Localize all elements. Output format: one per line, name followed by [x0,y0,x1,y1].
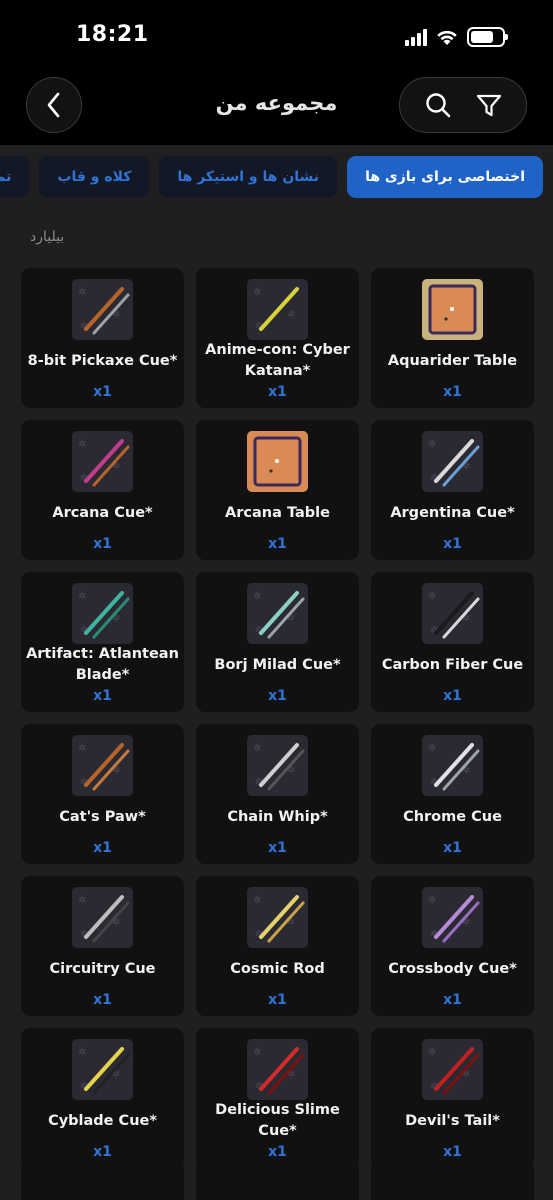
item-quantity: x1 [268,536,287,552]
aquarider-table-icon: ✲✲✲ [422,279,483,340]
item-quantity: x1 [443,840,462,856]
item-name: Chrome Cue [403,808,502,825]
search-button[interactable] [422,89,454,121]
item-card[interactable]: ✲ ✲ ✲ Artifact: Atlantean Blade* x1 [21,572,184,712]
katana-cue-icon: ✲ ✲ ✲ [247,279,308,340]
argentina-cue-icon: ✲ ✲ ✲ [422,431,483,492]
atlantean-blade-icon: ✲ ✲ ✲ [72,583,133,644]
wifi-icon [437,30,457,45]
item-name: Cat's Paw* [59,808,146,825]
item-quantity: x1 [93,840,112,856]
item-name: Argentina Cue* [390,504,515,521]
borj-milad-cue-icon: ✲ ✲ ✲ [247,583,308,644]
circuitry-cue-icon: ✲ ✲ ✲ [72,887,133,948]
item-quantity: x1 [443,688,462,704]
item-name: Arcana Table [225,504,330,521]
item-card[interactable]: ✲ ✲ ✲ Anime-con: Cyber Katana* x1 [196,268,359,408]
item-card[interactable]: ✲ ✲ ✲ Cosmic Rod x1 [196,876,359,1016]
top-bar: مجموعه من [0,75,553,145]
item-name: Cosmic Rod [230,960,325,977]
item-name: Delicious Slime Cue* [215,1102,340,1139]
item-quantity: x1 [268,840,287,856]
item-name: Crossbody Cue* [388,960,517,977]
item-name: Devil's Tail* [405,1112,500,1129]
next-row-partial [21,1159,534,1200]
item-card[interactable]: ✲ ✲ ✲ Arcana Cue* x1 [21,420,184,560]
item-card[interactable]: ✲ ✲ ✲ Argentina Cue* x1 [371,420,534,560]
item-name: Circuitry Cue [49,960,156,977]
item-card[interactable]: ✲ ✲ ✲ Carbon Fiber Cue x1 [371,572,534,712]
item-quantity: x1 [443,384,462,400]
item-card[interactable]: ✲ ✲ ✲ Borj Milad Cue* x1 [196,572,359,712]
header-actions [399,77,527,133]
item-quantity: x1 [93,688,112,704]
item-card[interactable]: ✲ ✲ ✲ Circuitry Cue x1 [21,876,184,1016]
item-name: Carbon Fiber Cue [381,656,524,673]
item-quantity: x1 [268,992,287,1008]
item-quantity: x1 [443,1144,462,1160]
tab-chat-theme[interactable]: تم چت [0,156,30,198]
filter-icon [476,94,501,117]
item-card[interactable]: ✲ ✲ ✲ Chain Whip* x1 [196,724,359,864]
item-quantity: x1 [93,992,112,1008]
tab-badges-stickers[interactable]: نشان ها و استیکر ها [159,156,338,198]
pickaxe-cue-icon: ✲ ✲ ✲ [72,279,133,340]
item-name: Artifact: Atlantean Blade* [26,646,179,683]
item-quantity: x1 [268,384,287,400]
tab-games-exclusive[interactable]: اختصاصی برای بازی ها [347,156,543,198]
status-time: 18:21 [76,22,149,47]
item-quantity: x1 [93,536,112,552]
item-card[interactable]: ✲✲✲ Arcana Table x1 [196,420,359,560]
item-name: Borj Milad Cue* [214,656,341,673]
item-name: Chain Whip* [227,808,328,825]
cellular-signal-icon [405,28,427,46]
carbon-fiber-cue-icon: ✲ ✲ ✲ [422,583,483,644]
section-label: بیلیارد [30,229,65,245]
status-bar: 18:21 [0,0,553,75]
item-name: 8-bit Pickaxe Cue* [27,352,178,369]
devils-tail-cue-icon: ✲ ✲ ✲ [422,1039,483,1100]
battery-icon [467,27,508,47]
item-card[interactable]: ✲✲✲ Aquarider Table x1 [371,268,534,408]
item-quantity: x1 [268,688,287,704]
item-card[interactable]: ✲ ✲ ✲ 8-bit Pickaxe Cue* x1 [21,268,184,408]
item-card[interactable] [371,1159,534,1200]
cosmic-rod-icon: ✲ ✲ ✲ [247,887,308,948]
arcana-cue-icon: ✲ ✲ ✲ [72,431,133,492]
status-icons [405,27,508,47]
arcana-table-icon: ✲✲✲ [247,431,308,492]
filter-button[interactable] [473,89,505,121]
item-card[interactable]: ✲ ✲ ✲ Crossbody Cue* x1 [371,876,534,1016]
item-card[interactable]: ✲ ✲ ✲ Cyblade Cue* x1 [21,1028,184,1168]
item-grid: ✲ ✲ ✲ 8-bit Pickaxe Cue* x1 ✲ ✲ ✲ Anime-con: Cyb… [21,268,534,1168]
search-icon [425,93,450,118]
item-name: Cyblade Cue* [48,1112,157,1129]
item-quantity: x1 [93,384,112,400]
chain-whip-cue-icon: ✲ ✲ ✲ [247,735,308,796]
item-quantity: x1 [443,992,462,1008]
crossbody-cue-icon: ✲ ✲ ✲ [422,887,483,948]
item-name: Anime-con: Cyber Katana* [205,342,350,379]
item-quantity: x1 [93,1144,112,1160]
item-card[interactable] [196,1159,359,1200]
category-tabs: اختصاصی برای بازی ها نشان ها و استیکر ها… [0,156,543,198]
item-quantity: x1 [268,1144,287,1160]
item-name: Aquarider Table [387,352,518,369]
item-card[interactable]: ✲ ✲ ✲ Chrome Cue x1 [371,724,534,864]
item-card[interactable]: ✲ ✲ ✲ Delicious Slime Cue* x1 [196,1028,359,1168]
item-quantity: x1 [443,536,462,552]
chrome-cue-icon: ✲ ✲ ✲ [422,735,483,796]
item-card[interactable]: ✲ ✲ ✲ Devil's Tail* x1 [371,1028,534,1168]
cats-paw-cue-icon: ✲ ✲ ✲ [72,735,133,796]
cyblade-cue-icon: ✲ ✲ ✲ [72,1039,133,1100]
slime-cue-icon: ✲ ✲ ✲ [247,1039,308,1100]
tab-hats-frames[interactable]: کلاه و قاب [39,156,150,198]
item-card[interactable]: ✲ ✲ ✲ Cat's Paw* x1 [21,724,184,864]
item-name: Arcana Cue* [52,504,153,521]
item-card[interactable] [21,1159,184,1200]
